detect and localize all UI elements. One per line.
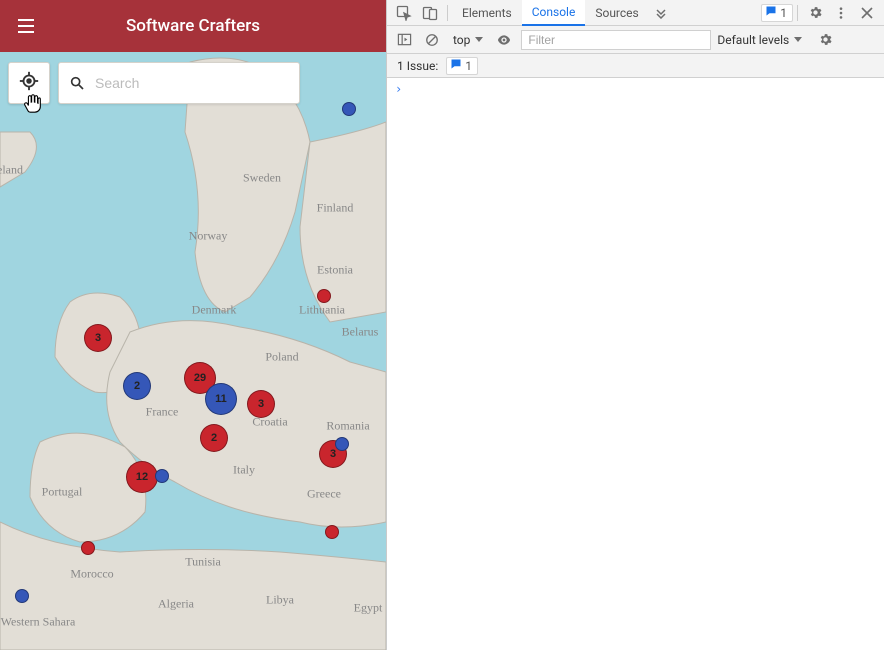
issues-bar-chip[interactable]: 1 (446, 57, 478, 75)
map-cluster-marker[interactable]: 2 (200, 424, 228, 452)
console-output[interactable]: › (387, 78, 884, 650)
map-cluster-marker[interactable] (342, 102, 356, 116)
map-cluster-marker[interactable] (81, 541, 95, 555)
tab-sources[interactable]: Sources (585, 0, 648, 26)
devtools-close-icon[interactable] (854, 0, 880, 26)
console-filter-input[interactable] (521, 30, 711, 50)
issues-chip-count: 1 (780, 6, 787, 20)
live-expression-icon[interactable] (493, 29, 515, 51)
map-svg (0, 52, 386, 650)
menu-button[interactable] (18, 19, 34, 33)
log-levels-label: Default levels (717, 33, 789, 47)
app-header: Software Crafters (0, 0, 386, 52)
dropdown-icon (794, 37, 802, 42)
devtools-pane: Elements Console Sources 1 (386, 0, 884, 650)
map-cluster-marker[interactable] (15, 589, 29, 603)
map-cluster-marker[interactable] (317, 289, 331, 303)
map-cluster-marker[interactable]: 2 (123, 372, 151, 400)
console-sidebar-toggle-icon[interactable] (393, 29, 415, 51)
search-icon (69, 75, 85, 91)
search-input[interactable] (95, 75, 289, 91)
log-levels-selector[interactable]: Default levels (717, 33, 802, 47)
map-cluster-marker[interactable] (325, 525, 339, 539)
issues-chip[interactable]: 1 (761, 4, 793, 22)
dropdown-icon (475, 37, 483, 42)
issues-bar-count: 1 (465, 59, 472, 73)
app-pane: Software Crafters (0, 0, 386, 650)
crosshair-icon (18, 70, 40, 96)
search-box[interactable] (58, 62, 300, 104)
map-cluster-marker[interactable]: 3 (84, 324, 112, 352)
device-toolbar-icon[interactable] (417, 0, 443, 26)
tab-elements[interactable]: Elements (452, 0, 522, 26)
map-cluster-marker[interactable]: 12 (126, 461, 158, 493)
map-cluster-marker[interactable]: 3 (247, 390, 275, 418)
console-prompt-icon: › (395, 82, 402, 96)
context-label: top (453, 33, 470, 47)
map-cluster-marker[interactable] (155, 469, 169, 483)
clear-console-icon[interactable] (421, 29, 443, 51)
devtools-settings-icon[interactable] (802, 0, 828, 26)
map-cluster-marker[interactable]: 11 (205, 383, 237, 415)
context-selector[interactable]: top (449, 33, 487, 47)
tab-console[interactable]: Console (522, 0, 586, 26)
issues-text: 1 Issue: (397, 59, 438, 73)
issues-chat-icon (450, 58, 462, 73)
app-title: Software Crafters (0, 16, 386, 36)
console-settings-icon[interactable] (814, 29, 836, 51)
map[interactable]: elandSwedenFinlandNorwayEstoniaDenmarkLi… (0, 52, 386, 650)
devtools-tabbar: Elements Console Sources 1 (387, 0, 884, 26)
console-toolbar: top Default levels (387, 26, 884, 54)
locate-button[interactable] (8, 62, 50, 104)
inspect-element-icon[interactable] (391, 0, 417, 26)
issues-bar[interactable]: 1 Issue: 1 (387, 54, 884, 78)
issues-chat-icon (765, 5, 777, 20)
devtools-kebab-icon[interactable] (828, 0, 854, 26)
map-cluster-marker[interactable] (335, 437, 349, 451)
more-tabs-icon[interactable] (649, 0, 673, 26)
